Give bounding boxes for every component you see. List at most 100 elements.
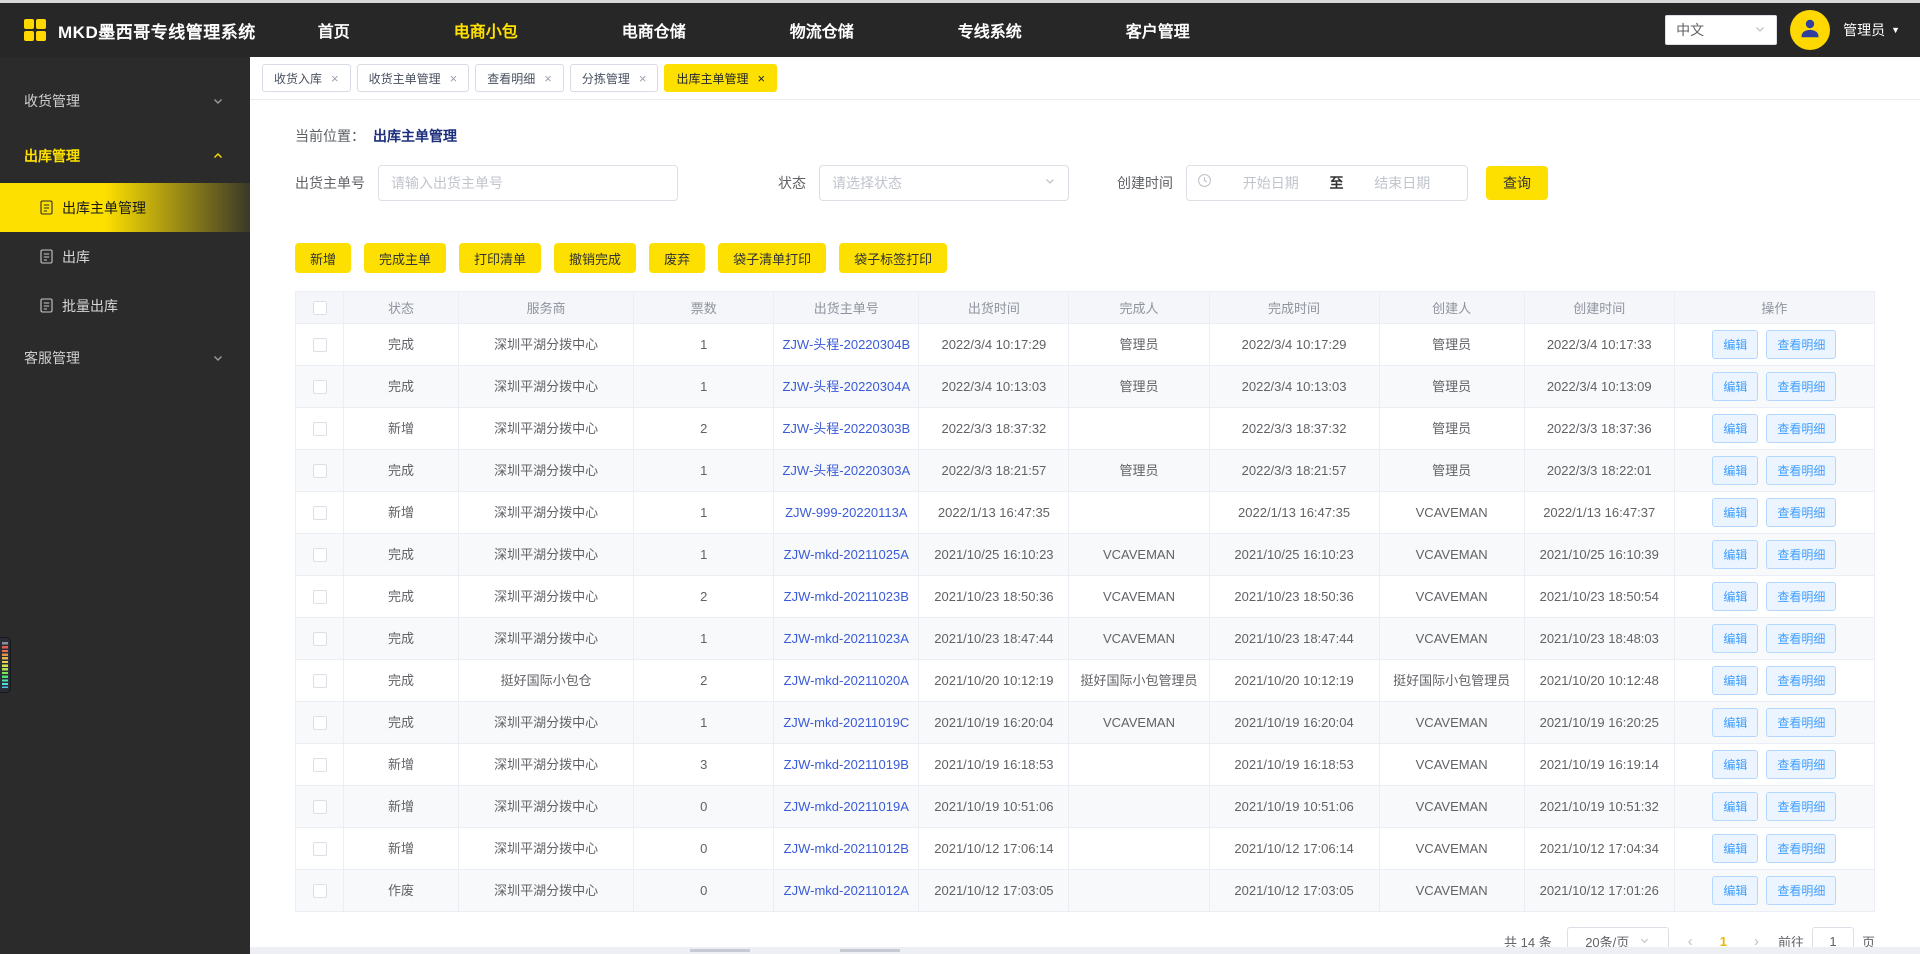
action-button[interactable]: 袋子标签打印 bbox=[839, 243, 947, 273]
tab-close-icon[interactable]: × bbox=[639, 72, 647, 85]
order-no-link[interactable]: ZJW-头程-20220303A bbox=[782, 463, 910, 478]
view-detail-button[interactable]: 查看明细 bbox=[1766, 540, 1836, 569]
cell-provider: 深圳平湖分拨中心 bbox=[459, 408, 634, 450]
view-detail-button[interactable]: 查看明细 bbox=[1766, 456, 1836, 485]
order-no-link[interactable]: ZJW-999-20220113A bbox=[785, 505, 907, 520]
action-button[interactable]: 打印清单 bbox=[459, 243, 541, 273]
sidebar-item[interactable]: 批量出库 bbox=[0, 281, 250, 330]
row-checkbox[interactable] bbox=[313, 674, 327, 688]
row-checkbox[interactable] bbox=[313, 842, 327, 856]
tab-close-icon[interactable]: × bbox=[450, 72, 458, 85]
tab-label: 查看明细 bbox=[487, 70, 535, 87]
top-nav: 首页 电商小包 电商仓储 物流仓储 专线系统 客户管理 bbox=[318, 18, 1190, 42]
row-checkbox[interactable] bbox=[313, 422, 327, 436]
search-button[interactable]: 查询 bbox=[1486, 166, 1548, 200]
tab[interactable]: 收货入库× bbox=[262, 64, 351, 92]
tab[interactable]: 收货主单管理× bbox=[357, 64, 470, 92]
row-checkbox[interactable] bbox=[313, 758, 327, 772]
order-no-link[interactable]: ZJW-mkd-20211019C bbox=[783, 715, 909, 730]
edit-button[interactable]: 编辑 bbox=[1712, 708, 1758, 737]
edit-button[interactable]: 编辑 bbox=[1712, 330, 1758, 359]
action-button[interactable]: 撤销完成 bbox=[554, 243, 636, 273]
row-checkbox[interactable] bbox=[313, 800, 327, 814]
tab[interactable]: 分拣管理× bbox=[570, 64, 659, 92]
order-no-link[interactable]: ZJW-mkd-20211019A bbox=[784, 799, 909, 814]
top-nav-item[interactable]: 物流仓储 bbox=[790, 18, 854, 42]
order-no-link[interactable]: ZJW-头程-20220304B bbox=[782, 337, 910, 352]
view-detail-button[interactable]: 查看明细 bbox=[1766, 372, 1836, 401]
order-no-link[interactable]: ZJW-mkd-20211023A bbox=[784, 631, 909, 646]
edit-button[interactable]: 编辑 bbox=[1712, 792, 1758, 821]
top-nav-item[interactable]: 电商小包 bbox=[454, 18, 518, 42]
sidebar-item[interactable]: 出库 bbox=[0, 232, 250, 281]
edit-button[interactable]: 编辑 bbox=[1712, 834, 1758, 863]
action-button[interactable]: 新增 bbox=[295, 243, 351, 273]
top-nav-item[interactable]: 客户管理 bbox=[1126, 18, 1190, 42]
sidebar-item[interactable]: 出库主单管理 bbox=[0, 183, 250, 232]
view-detail-button[interactable]: 查看明细 bbox=[1766, 876, 1836, 905]
order-no-link[interactable]: ZJW-头程-20220304A bbox=[782, 379, 910, 394]
row-checkbox[interactable] bbox=[313, 632, 327, 646]
view-detail-button[interactable]: 查看明细 bbox=[1766, 666, 1836, 695]
row-checkbox[interactable] bbox=[313, 380, 327, 394]
order-no-link[interactable]: ZJW-mkd-20211020A bbox=[784, 673, 909, 688]
select-all-checkbox[interactable] bbox=[313, 301, 327, 315]
row-checkbox[interactable] bbox=[313, 716, 327, 730]
order-no-input[interactable]: 请输入出货主单号 bbox=[378, 165, 678, 201]
top-nav-item[interactable]: 专线系统 bbox=[958, 18, 1022, 42]
view-detail-button[interactable]: 查看明细 bbox=[1766, 330, 1836, 359]
order-no-link[interactable]: ZJW-mkd-20211012A bbox=[784, 883, 909, 898]
edit-button[interactable]: 编辑 bbox=[1712, 666, 1758, 695]
view-detail-button[interactable]: 查看明细 bbox=[1766, 582, 1836, 611]
row-checkbox[interactable] bbox=[313, 338, 327, 352]
action-button[interactable]: 废弃 bbox=[649, 243, 705, 273]
language-select[interactable]: 中文 bbox=[1665, 15, 1777, 45]
cell-status: 新增 bbox=[344, 408, 459, 450]
view-detail-button[interactable]: 查看明细 bbox=[1766, 834, 1836, 863]
row-checkbox[interactable] bbox=[313, 464, 327, 478]
edit-button[interactable]: 编辑 bbox=[1712, 540, 1758, 569]
view-detail-button[interactable]: 查看明细 bbox=[1766, 750, 1836, 779]
view-detail-button[interactable]: 查看明细 bbox=[1766, 792, 1836, 821]
row-checkbox[interactable] bbox=[313, 590, 327, 604]
cell-order-no: ZJW-mkd-20211019C bbox=[774, 702, 919, 744]
cell-operations: 编辑查看明细 bbox=[1674, 702, 1874, 744]
row-checkbox[interactable] bbox=[313, 506, 327, 520]
avatar[interactable] bbox=[1790, 10, 1830, 50]
action-button[interactable]: 袋子清单打印 bbox=[718, 243, 826, 273]
sidebar-section[interactable]: 出库管理 bbox=[0, 128, 250, 183]
tab[interactable]: 出库主单管理× bbox=[664, 64, 777, 92]
tab-close-icon[interactable]: × bbox=[544, 72, 552, 85]
view-detail-button[interactable]: 查看明细 bbox=[1766, 414, 1836, 443]
view-detail-button[interactable]: 查看明细 bbox=[1766, 624, 1836, 653]
user-menu[interactable]: 管理员 ▼ bbox=[1843, 20, 1900, 40]
sidebar-section[interactable]: 客服管理 bbox=[0, 330, 250, 385]
edit-button[interactable]: 编辑 bbox=[1712, 456, 1758, 485]
edit-button[interactable]: 编辑 bbox=[1712, 876, 1758, 905]
edit-button[interactable]: 编辑 bbox=[1712, 750, 1758, 779]
order-no-link[interactable]: ZJW-头程-20220303B bbox=[782, 421, 910, 436]
edit-button[interactable]: 编辑 bbox=[1712, 372, 1758, 401]
edit-button[interactable]: 编辑 bbox=[1712, 498, 1758, 527]
create-time-range-picker[interactable]: 开始日期 至 结束日期 bbox=[1186, 165, 1468, 201]
edit-button[interactable]: 编辑 bbox=[1712, 414, 1758, 443]
order-no-link[interactable]: ZJW-mkd-20211012B bbox=[784, 841, 909, 856]
action-button[interactable]: 完成主单 bbox=[364, 243, 446, 273]
order-no-link[interactable]: ZJW-mkd-20211019B bbox=[784, 757, 909, 772]
tab[interactable]: 查看明细 × bbox=[475, 64, 564, 92]
view-detail-button[interactable]: 查看明细 bbox=[1766, 708, 1836, 737]
row-checkbox[interactable] bbox=[313, 548, 327, 562]
status-select[interactable]: 请选择状态 bbox=[819, 165, 1069, 201]
top-nav-item[interactable]: 电商仓储 bbox=[622, 18, 686, 42]
tab-close-icon[interactable]: × bbox=[331, 72, 339, 85]
tab-close-icon[interactable]: × bbox=[757, 72, 765, 85]
edge-extension-handle[interactable] bbox=[0, 637, 11, 693]
order-no-link[interactable]: ZJW-mkd-20211023B bbox=[784, 589, 909, 604]
row-checkbox[interactable] bbox=[313, 884, 327, 898]
edit-button[interactable]: 编辑 bbox=[1712, 624, 1758, 653]
edit-button[interactable]: 编辑 bbox=[1712, 582, 1758, 611]
sidebar-section[interactable]: 收货管理 bbox=[0, 73, 250, 128]
top-nav-item[interactable]: 首页 bbox=[318, 18, 350, 42]
view-detail-button[interactable]: 查看明细 bbox=[1766, 498, 1836, 527]
order-no-link[interactable]: ZJW-mkd-20211025A bbox=[784, 547, 909, 562]
